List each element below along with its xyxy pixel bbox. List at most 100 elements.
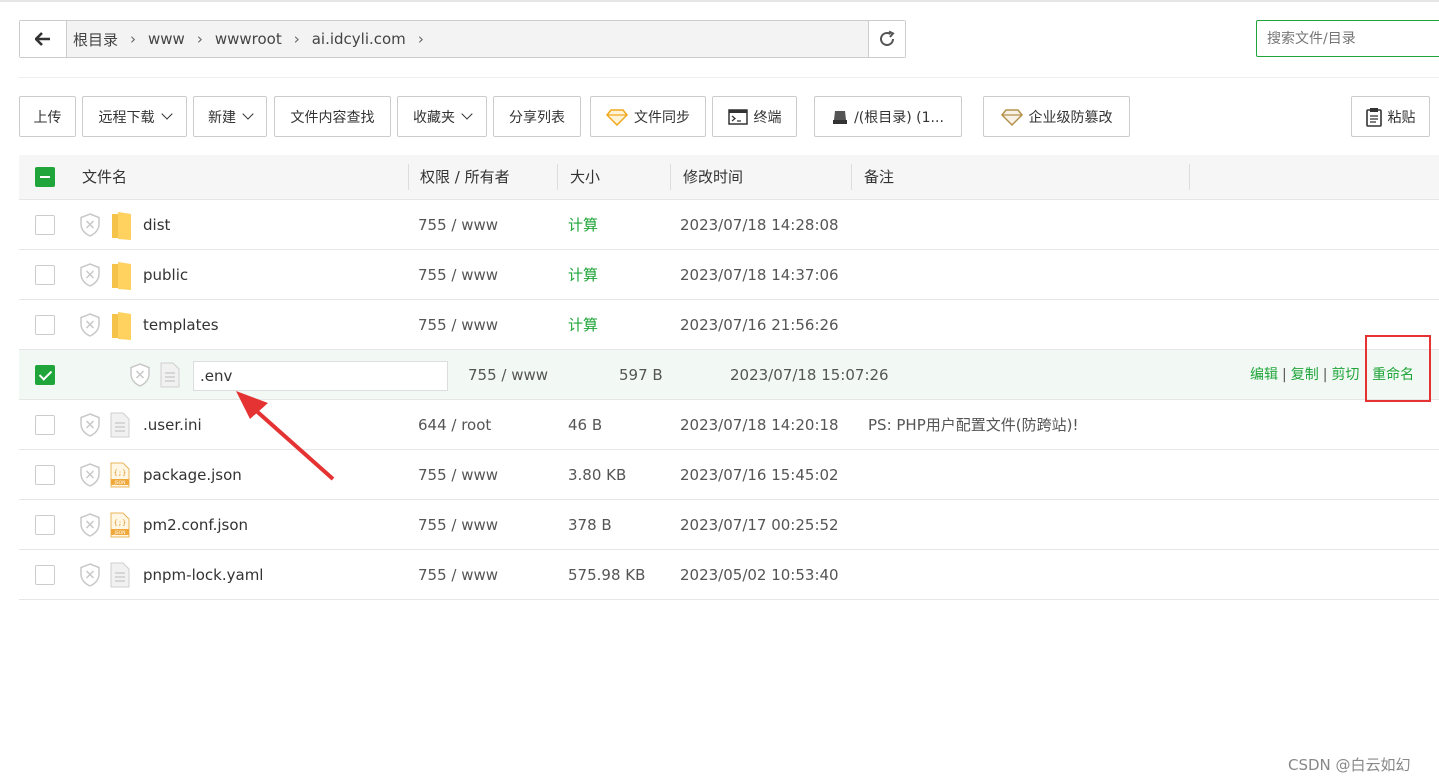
file-size[interactable]: 计算 [568,250,598,300]
row-op-1[interactable]: 复制 [1291,367,1319,383]
refresh-button[interactable] [868,21,905,57]
row-op-0[interactable]: 编辑 [1250,367,1278,383]
terminal-button[interactable]: 终端 [712,96,797,137]
row-checkbox[interactable] [35,415,55,435]
shield-icon[interactable] [79,463,101,491]
diamond-icon [1000,108,1023,126]
file-sync-label: 文件同步 [634,109,690,126]
shield-icon[interactable] [129,363,151,391]
folder-icon [110,262,132,294]
chevron-right-icon: › [417,30,424,48]
highlight-box [1365,335,1431,402]
file-size[interactable]: 计算 [568,300,598,350]
shield-icon[interactable] [79,213,101,241]
tamper-proof-button[interactable]: 企业级防篡改 [983,96,1130,137]
breadcrumb-item-root[interactable]: 根目录 [73,29,118,50]
disk-button[interactable]: /(根目录) (1... [814,96,962,137]
file-mtime: 2023/05/02 10:53:40 [680,566,839,584]
arrow-left-icon [35,32,50,46]
new-button[interactable]: 新建 [193,96,267,137]
content-search-button[interactable]: 文件内容查找 [274,96,391,137]
column-separator [851,164,852,190]
header-size[interactable]: 大小 [570,155,600,200]
search-input[interactable] [1256,20,1439,57]
breadcrumb-item-wwwroot[interactable]: wwwroot [215,30,282,48]
op-separator: | [1282,367,1287,383]
divider [19,77,1439,78]
chevron-down-icon [242,108,254,120]
json-file-icon: {;} JSON [110,512,130,542]
file-permission[interactable]: 755 / www [418,500,498,550]
breadcrumb-item-site[interactable]: ai.idcyli.com [312,30,406,48]
share-list-button[interactable]: 分享列表 [493,96,581,137]
file-name[interactable]: dist [143,200,170,250]
breadcrumb: 根目录 › www › wwwroot › ai.idcyli.com › [67,21,868,57]
diamond-icon [606,108,628,126]
folder-icon [110,212,132,244]
share-list-label: 分享列表 [509,109,565,126]
row-checkbox[interactable] [35,315,55,335]
upload-label: 上传 [33,109,62,126]
shield-icon[interactable] [79,263,101,291]
row-op-2[interactable]: 剪切 [1331,367,1359,383]
table-row[interactable]: dist 755 / www 计算 2023/07/18 14:28:08 [19,200,1439,250]
row-checkbox[interactable] [35,515,55,535]
row-checkbox[interactable] [35,365,55,385]
chevron-right-icon: › [196,30,203,48]
svg-text:JSON: JSON [113,530,125,536]
chevron-right-icon: › [130,30,137,48]
file-permission[interactable]: 755 / www [418,200,498,250]
file-permission[interactable]: 755 / www [418,300,498,350]
file-name[interactable]: .user.ini [143,400,202,450]
chevron-down-icon [160,108,173,120]
file-size[interactable]: 计算 [568,200,598,250]
file-mtime: 2023/07/17 00:25:52 [680,516,839,534]
remote-download-label: 远程下载 [98,109,155,126]
select-all-checkbox[interactable] [35,167,55,187]
file-sync-button[interactable]: 文件同步 [590,96,706,137]
folder-icon [110,312,132,344]
new-label: 新建 [208,109,236,126]
table-row[interactable]: {;} JSON pm2.conf.json 755 / www 378 B 2023/0… [19,500,1439,550]
chevron-right-icon: › [293,30,300,48]
column-separator [408,164,409,190]
row-checkbox[interactable] [35,265,55,285]
row-checkbox[interactable] [35,565,55,585]
column-separator [1189,164,1190,190]
file-permission[interactable]: 755 / www [418,550,498,600]
remote-download-button[interactable]: 远程下载 [82,96,187,137]
shield-icon[interactable] [79,413,101,441]
file-permission[interactable]: 755 / www [418,250,498,300]
svg-text:{;}: {;} [114,469,127,477]
back-button[interactable] [20,21,67,57]
file-note[interactable]: PS: PHP用户配置文件(防跨站)! [868,400,1078,450]
file-name[interactable]: package.json [143,450,242,500]
file-name[interactable]: public [143,250,188,300]
row-checkbox[interactable] [35,465,55,485]
row-checkbox[interactable] [35,215,55,235]
header-name[interactable]: 文件名 [82,155,127,200]
file-permission[interactable]: 644 / root [418,400,491,450]
file-size: 3.80 KB [568,466,627,484]
header-mtime[interactable]: 修改时间 [683,155,743,200]
favorites-button[interactable]: 收藏夹 [397,96,487,137]
file-size: 378 B [568,516,612,534]
breadcrumb-item-www[interactable]: www [148,30,185,48]
shield-icon[interactable] [79,563,101,591]
file-name[interactable]: pnpm-lock.yaml [143,550,263,600]
upload-button[interactable]: 上传 [19,96,76,137]
header-permission[interactable]: 权限 / 所有者 [420,155,510,200]
file-name[interactable]: templates [143,300,219,350]
table-row[interactable]: pnpm-lock.yaml 755 / www 575.98 KB 2023/05/… [19,550,1439,600]
shield-icon[interactable] [79,513,101,541]
svg-text:JSON: JSON [113,480,125,486]
paste-button[interactable]: 粘贴 [1351,96,1430,137]
shield-icon[interactable] [79,313,101,341]
table-row[interactable]: templates 755 / www 计算 2023/07/16 21:56:26 [19,300,1439,350]
file-permission[interactable]: 755 / www [418,450,498,500]
file-mtime: 2023/07/16 15:45:02 [680,466,839,484]
file-name[interactable]: pm2.conf.json [143,500,248,550]
file-permission[interactable]: 755 / www [468,350,548,400]
file-mtime: 2023/07/18 14:28:08 [680,216,839,234]
table-row[interactable]: public 755 / www 计算 2023/07/18 14:37:06 [19,250,1439,300]
